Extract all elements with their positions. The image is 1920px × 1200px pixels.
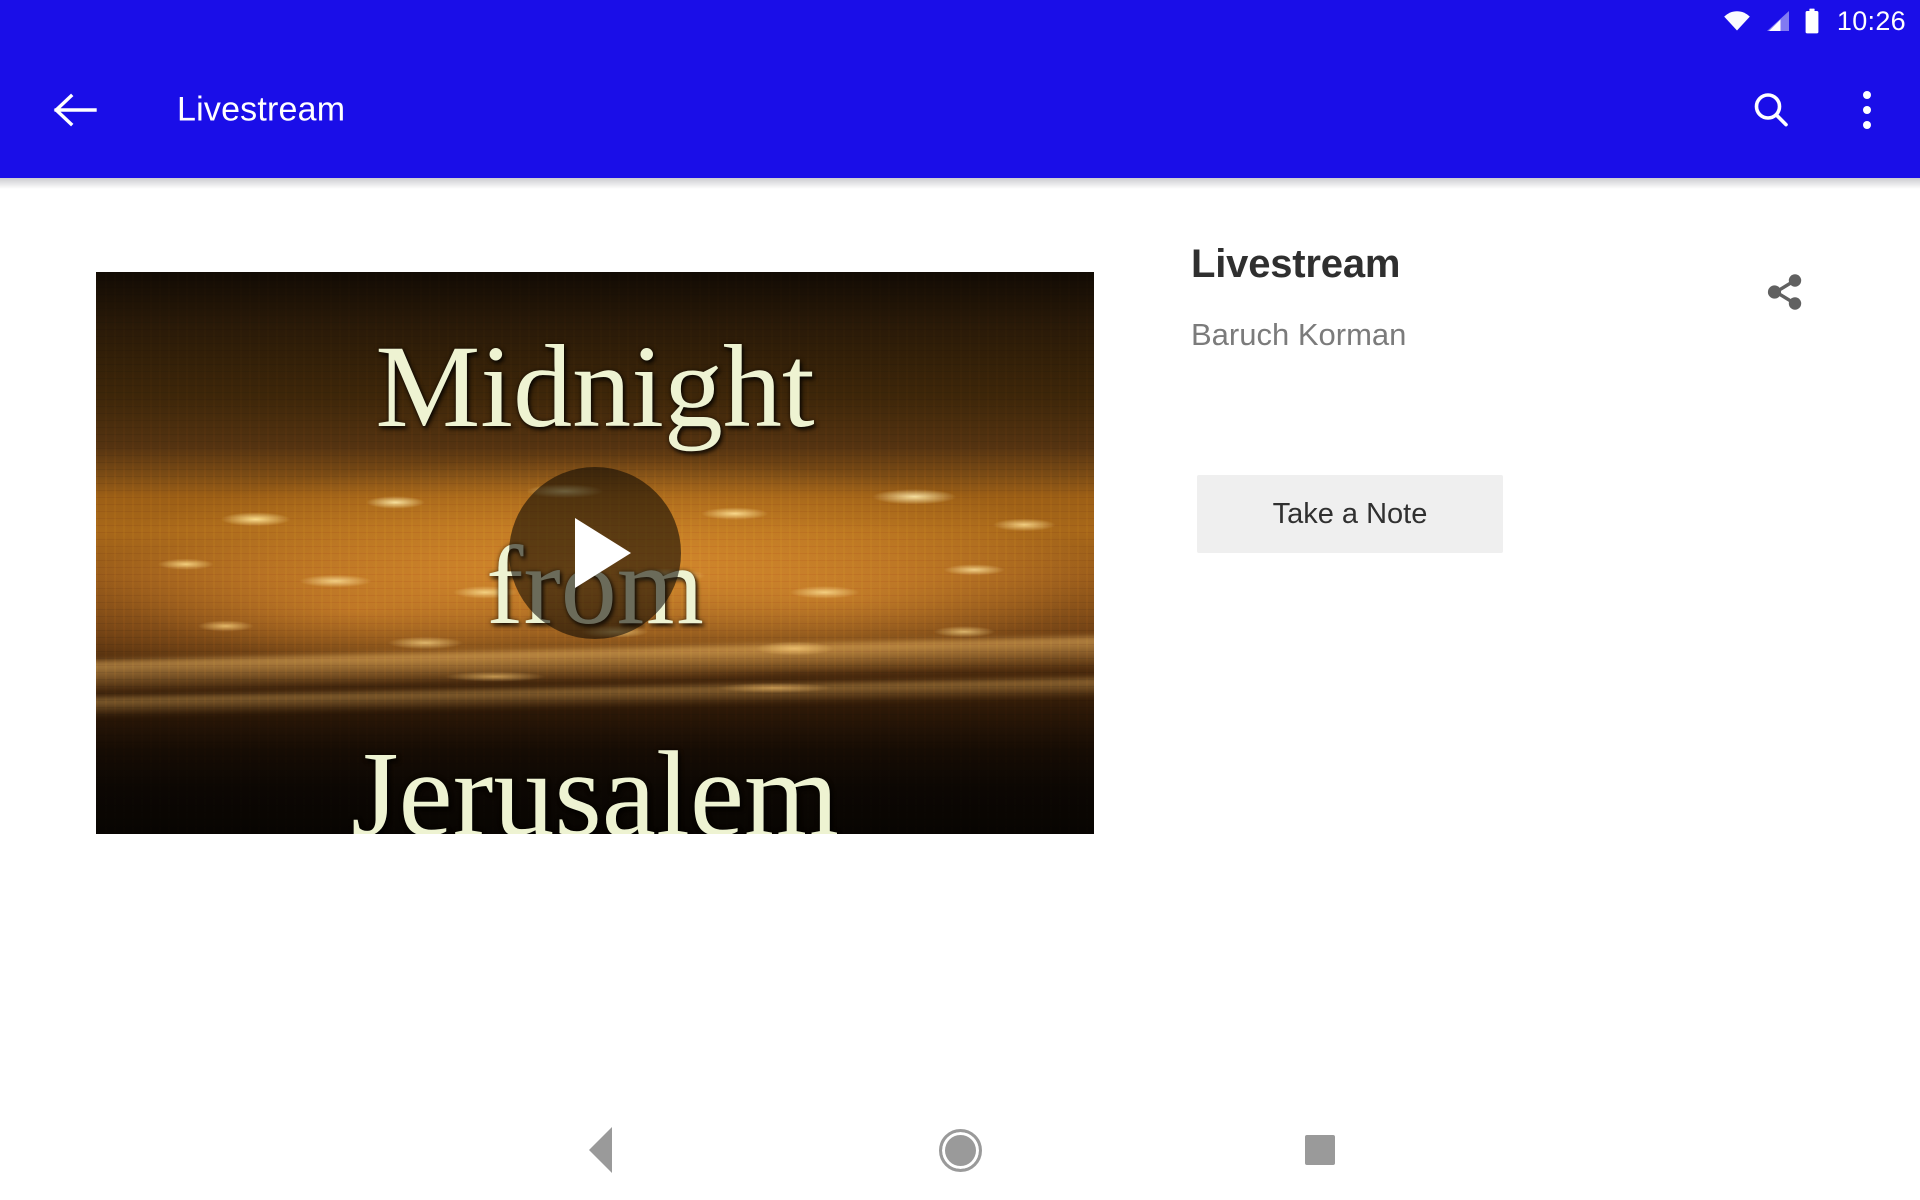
video-author: Baruch Korman [1191,317,1407,352]
video-title: Livestream [1191,242,1401,286]
nav-recents-button[interactable] [1272,1115,1368,1185]
search-button[interactable] [1740,79,1802,141]
share-button[interactable] [1755,262,1815,322]
nav-home-circle-icon [938,1128,982,1172]
app-bar: Livestream [0,42,1920,178]
android-navigation-bar [0,1100,1920,1200]
search-icon [1754,93,1788,127]
nav-recents-square-icon [1305,1135,1335,1165]
status-bar-icons: 10:26 [1722,5,1906,36]
back-arrow-icon [53,93,97,127]
status-bar-clock: 10:26 [1836,5,1906,36]
cellular-signal-icon [1766,11,1789,31]
share-icon [1767,274,1802,310]
wifi-icon [1724,11,1750,31]
main-content: Midnight from Jerusalem Livestream Baruc… [0,189,1920,1100]
battery-icon [1805,8,1819,34]
android-tablet-screen: 10:26 Livestream Midnight Jerusalem Live… [0,0,1920,1200]
app-bar-actions [1740,79,1898,141]
nav-back-triangle-icon [588,1127,612,1173]
back-button[interactable] [40,75,110,145]
app-bar-shadow [0,178,1920,189]
overflow-menu-button[interactable] [1836,79,1898,141]
play-button[interactable] [509,467,681,639]
play-button-icon [575,518,631,588]
nav-home-button[interactable] [912,1115,1008,1185]
video-player-thumbnail[interactable]: Midnight from Jerusalem [96,272,1094,834]
app-bar-title: Livestream [177,90,346,129]
nav-back-button[interactable] [552,1115,648,1185]
take-a-note-button[interactable]: Take a Note [1197,475,1503,553]
overflow-menu-icon [1863,91,1871,129]
status-bar: 10:26 [0,0,1920,42]
video-info-panel: Livestream Baruch Korman Take a Note [1191,189,1871,1100]
